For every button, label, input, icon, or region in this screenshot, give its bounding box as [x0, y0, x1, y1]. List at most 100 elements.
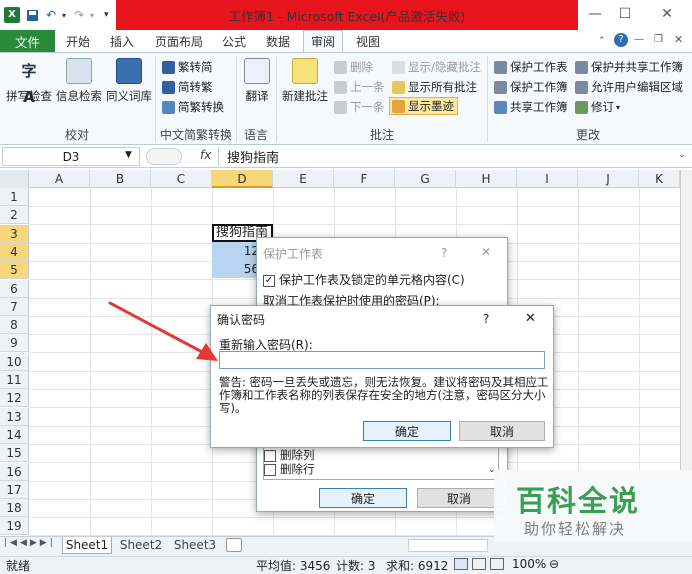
show-hide-comment-button[interactable]: 显示/隐藏批注: [392, 58, 481, 76]
row-header-17[interactable]: 17: [0, 480, 29, 499]
row-header-19[interactable]: 19: [0, 517, 29, 536]
column-header-f[interactable]: F: [334, 170, 395, 188]
maximize-button[interactable]: ☐: [610, 6, 640, 24]
name-box[interactable]: D3 ▼: [2, 147, 140, 166]
horizontal-scrollbar[interactable]: [408, 539, 488, 552]
column-header-d[interactable]: D: [212, 170, 273, 188]
undo-dropdown-icon[interactable]: ▾: [62, 6, 70, 24]
protect-dialog-help-button[interactable]: ?: [441, 246, 447, 260]
page-break-view-icon[interactable]: [490, 558, 504, 570]
row-header-5[interactable]: 5: [0, 261, 29, 280]
research-button[interactable]: 信息检索: [54, 58, 104, 104]
row-header-7[interactable]: 7: [0, 297, 29, 316]
tab-page-layout[interactable]: 页面布局: [150, 30, 208, 52]
list-item-delete-column[interactable]: 删除列: [264, 449, 498, 463]
zoom-out-icon[interactable]: ⊖: [549, 557, 559, 571]
row-header-12[interactable]: 12: [0, 389, 29, 408]
row-header-15[interactable]: 15: [0, 444, 29, 463]
to-simplified-button[interactable]: 简转繁: [162, 78, 213, 96]
sheet-nav-icon[interactable]: |◀◀▶▶|: [4, 538, 56, 548]
sheet-tab-2[interactable]: Sheet2: [116, 537, 166, 554]
collapse-ribbon-icon[interactable]: ⌃: [598, 36, 606, 46]
tab-file[interactable]: 文件: [0, 30, 55, 52]
doc-close-icon[interactable]: ✕: [674, 33, 683, 46]
page-layout-view-icon[interactable]: [472, 558, 486, 570]
help-icon[interactable]: ?: [614, 33, 628, 47]
previous-comment-button[interactable]: 上一条: [334, 78, 385, 96]
column-header-h[interactable]: H: [456, 170, 517, 188]
translate-button[interactable]: 翻译: [240, 58, 274, 104]
show-ink-button[interactable]: 显示墨迹: [389, 97, 458, 115]
spell-check-button[interactable]: 字A 拼写检查: [4, 58, 54, 106]
confirm-cancel-button[interactable]: 取消: [459, 421, 545, 441]
thesaurus-button[interactable]: 同义词库: [104, 58, 154, 104]
sheet-tab-3[interactable]: Sheet3: [170, 537, 220, 554]
insert-function-icon[interactable]: fx: [200, 148, 211, 162]
new-sheet-icon[interactable]: [226, 538, 242, 552]
zoom-level[interactable]: 100%: [512, 557, 546, 571]
column-header-g[interactable]: G: [395, 170, 456, 188]
delete-comment-button[interactable]: 删除: [334, 58, 373, 76]
expand-formula-bar-icon[interactable]: ⌄: [678, 150, 686, 160]
confirm-dialog-close-button[interactable]: ✕: [525, 311, 536, 326]
minimize-button[interactable]: —: [580, 6, 610, 24]
formula-input[interactable]: 搜狗指南: [218, 147, 676, 166]
reenter-password-input[interactable]: [219, 351, 545, 369]
doc-restore-icon[interactable]: ❐: [654, 34, 663, 45]
show-all-comments-button[interactable]: 显示所有批注: [392, 78, 477, 96]
doc-minimize-icon[interactable]: —: [634, 34, 644, 45]
new-comment-button[interactable]: 新建批注: [280, 58, 330, 104]
undo-icon[interactable]: ↶: [46, 6, 60, 24]
redo-icon[interactable]: ↷: [74, 6, 88, 24]
row-header-3[interactable]: 3: [0, 224, 29, 243]
tab-review[interactable]: 审阅: [303, 30, 343, 52]
confirm-ok-button[interactable]: 确定: [363, 421, 451, 441]
protect-ok-button[interactable]: 确定: [319, 488, 407, 508]
row-header-18[interactable]: 18: [0, 499, 29, 518]
permissions-list[interactable]: 删除列 删除行 ⌄: [263, 446, 499, 480]
row-header-6[interactable]: 6: [0, 279, 29, 298]
protect-workbook-button[interactable]: 保护工作簿: [494, 78, 568, 96]
normal-view-icon[interactable]: [454, 558, 468, 570]
cell-d5[interactable]: 56: [212, 261, 259, 278]
row-header-10[interactable]: 10: [0, 352, 29, 371]
column-header-k[interactable]: K: [639, 170, 680, 188]
row-header-14[interactable]: 14: [0, 425, 29, 444]
protect-check-row[interactable]: ✓ 保护工作表及锁定的单元格内容(C): [263, 271, 465, 288]
track-changes-button[interactable]: 修订 ▾: [575, 98, 620, 116]
tab-home[interactable]: 开始: [60, 30, 96, 52]
column-header-e[interactable]: E: [273, 170, 334, 188]
row-header-1[interactable]: 1: [0, 188, 29, 206]
column-header-c[interactable]: C: [151, 170, 212, 188]
row-header-4[interactable]: 4: [0, 242, 29, 261]
close-button[interactable]: ✕: [652, 6, 682, 24]
convert-button[interactable]: 简繁转换: [162, 98, 224, 116]
row-header-13[interactable]: 13: [0, 407, 29, 426]
protect-dialog-close-button[interactable]: ✕: [481, 245, 491, 259]
name-box-dropdown-icon[interactable]: ▼: [125, 150, 132, 160]
sheet-tab-1[interactable]: Sheet1: [62, 537, 112, 554]
next-comment-button[interactable]: 下一条: [334, 98, 385, 116]
share-workbook-button[interactable]: 共享工作簿: [494, 98, 568, 116]
column-header-i[interactable]: I: [517, 170, 578, 188]
list-item-delete-row[interactable]: 删除行: [264, 463, 498, 477]
to-traditional-button[interactable]: 繁转简: [162, 58, 213, 76]
customize-qat-icon[interactable]: ▾: [104, 6, 112, 24]
protect-sheet-button[interactable]: 保护工作表: [494, 58, 568, 76]
tab-view[interactable]: 视图: [350, 30, 386, 52]
row-header-16[interactable]: 16: [0, 462, 29, 481]
row-header-11[interactable]: 11: [0, 371, 29, 389]
allow-edit-ranges-button[interactable]: 允许用户编辑区域: [575, 78, 683, 96]
row-header-2[interactable]: 2: [0, 206, 29, 225]
cell-d4[interactable]: 12: [212, 243, 259, 260]
tab-formulas[interactable]: 公式: [216, 30, 252, 52]
protect-cancel-button[interactable]: 取消: [417, 488, 501, 508]
save-icon[interactable]: [26, 6, 40, 24]
protect-share-button[interactable]: 保护并共享工作簿: [575, 58, 683, 76]
column-header-a[interactable]: A: [29, 170, 90, 188]
tab-insert[interactable]: 插入: [104, 30, 140, 52]
row-header-8[interactable]: 8: [0, 316, 29, 335]
select-all-corner[interactable]: [0, 170, 29, 188]
formula-bar-collapse-handle[interactable]: [146, 148, 182, 165]
column-header-j[interactable]: J: [578, 170, 639, 188]
